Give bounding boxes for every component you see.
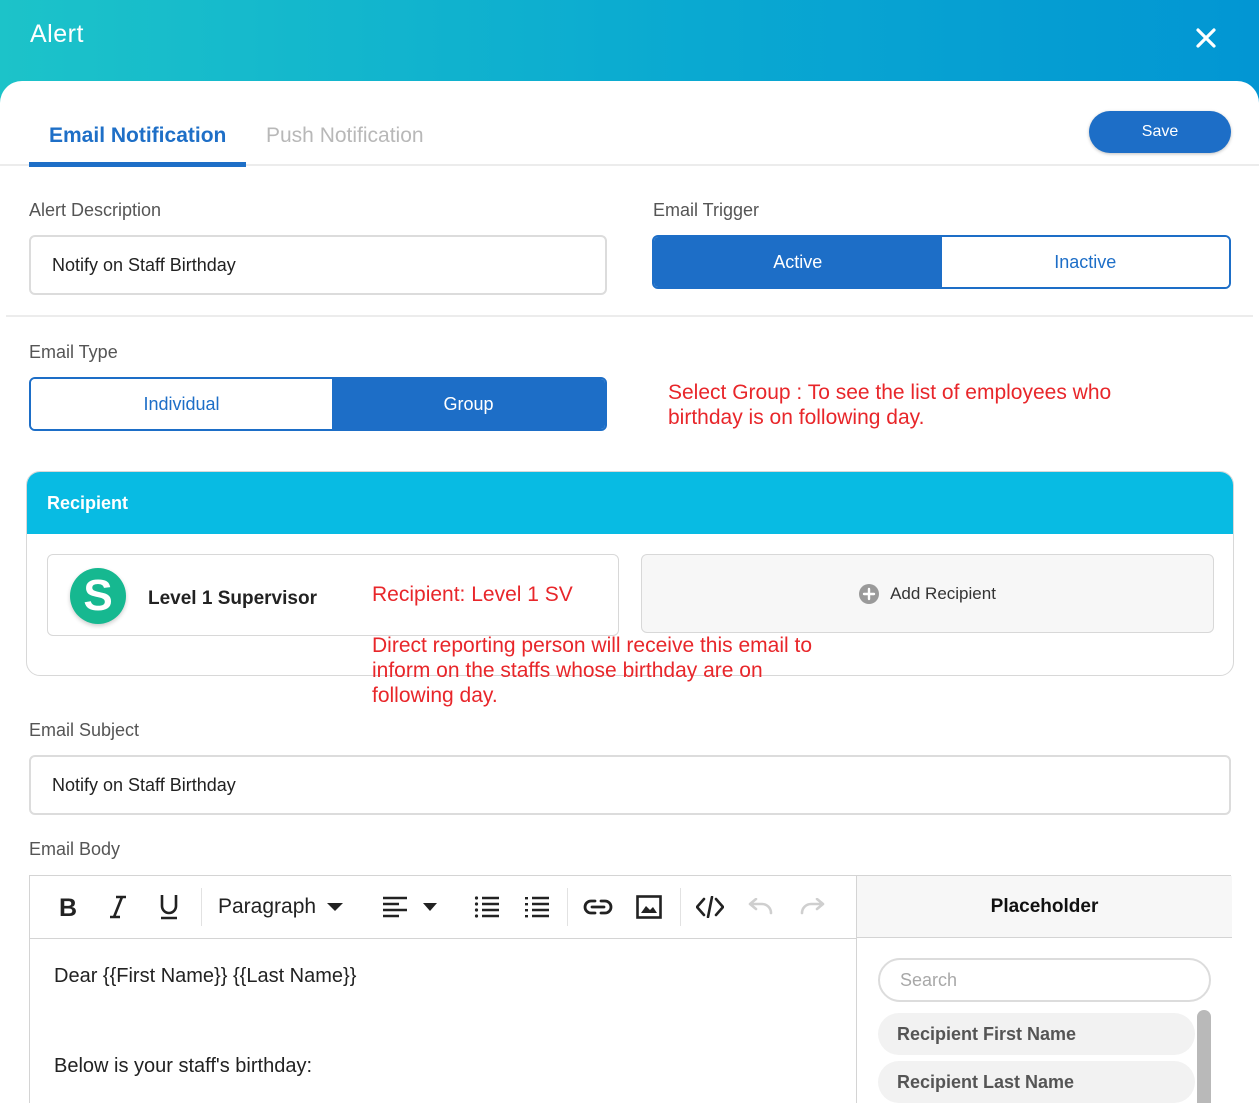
email-type-label: Email Type (29, 342, 118, 362)
chevron-down-icon (327, 903, 344, 911)
group-annotation-line: Select Group : To see the list of employ… (668, 381, 1112, 404)
bullet-list-icon (525, 896, 549, 918)
email-type-toggle: Individual Group (29, 377, 607, 431)
recipient-header: Recipient (27, 472, 1233, 534)
toolbar-separator (567, 888, 568, 926)
group-annotation-line: birthday is on following day. (668, 406, 925, 429)
toolbar-separator (201, 888, 202, 926)
alert-description-value: Notify on Staff Birthday (52, 254, 236, 275)
underline-icon (160, 895, 178, 920)
bold-icon: B (59, 894, 77, 920)
placeholder-search-input[interactable] (878, 958, 1211, 1002)
section-divider (6, 315, 1253, 317)
ordered-list-button[interactable] (470, 890, 504, 924)
code-view-button[interactable] (693, 890, 727, 924)
email-body-label: Email Body (29, 839, 121, 859)
email-subject-value: Notify on Staff Birthday (52, 774, 236, 795)
trigger-active-button[interactable]: Active (654, 237, 942, 287)
direct-report-annotation-line: following day. (372, 684, 498, 707)
image-icon (636, 895, 662, 919)
email-trigger-toggle: Active Inactive (652, 235, 1231, 289)
bullet-list-button[interactable] (520, 890, 554, 924)
link-icon (583, 899, 613, 915)
close-icon[interactable] (1190, 22, 1222, 54)
tab-push-notification[interactable]: Push Notification (266, 124, 424, 148)
undo-button[interactable] (744, 890, 778, 924)
recipient-name: Level 1 Supervisor (148, 588, 317, 609)
trigger-inactive-button[interactable]: Inactive (941, 237, 1229, 287)
email-subject-input[interactable]: Notify on Staff Birthday (29, 755, 1231, 815)
alert-description-label: Alert Description (29, 200, 162, 220)
toolbar-separator (680, 888, 681, 926)
alert-description-input[interactable]: Notify on Staff Birthday (29, 235, 607, 295)
paragraph-format-value: Paragraph (218, 895, 317, 918)
redo-icon (800, 898, 825, 915)
placeholder-title: Placeholder (857, 876, 1232, 938)
paragraph-format-select[interactable]: Paragraph (218, 890, 348, 924)
placeholder-item[interactable]: Recipient Last Name (878, 1061, 1195, 1103)
code-icon (696, 896, 724, 918)
direct-report-annotation-line: Direct reporting person will receive thi… (372, 634, 813, 657)
bold-button[interactable]: B (50, 890, 84, 924)
body-line: Dear {{First Name}} {{Last Name}} (54, 965, 357, 987)
add-recipient-label: Add Recipient (890, 583, 996, 603)
undo-icon (748, 898, 773, 915)
insert-link-button[interactable] (581, 890, 615, 924)
underline-button[interactable] (152, 890, 186, 924)
ordered-list-icon (474, 896, 499, 918)
body-line: Below is your staff's birthday: (54, 1055, 313, 1077)
chevron-down-icon (423, 903, 437, 911)
type-individual-button[interactable]: Individual (31, 379, 332, 429)
add-recipient-button[interactable]: Add Recipient (641, 554, 1214, 633)
recipient-annotation: Recipient: Level 1 SV (372, 583, 573, 606)
italic-icon (110, 895, 126, 919)
tab-email-notification[interactable]: Email Notification (49, 124, 226, 148)
direct-report-annotation: Direct reporting person will receive thi… (372, 633, 812, 708)
plus-circle-icon (859, 583, 880, 604)
align-button[interactable] (382, 890, 444, 924)
placeholder-item[interactable]: Recipient First Name (878, 1013, 1195, 1055)
insert-image-button[interactable] (632, 890, 666, 924)
active-tab-indicator (29, 162, 246, 167)
redo-button[interactable] (795, 890, 829, 924)
placeholder-panel: Placeholder Recipient First Name Recipie… (856, 876, 1232, 1103)
editor-toolbar: B Paragraph (30, 876, 856, 939)
email-subject-label: Email Subject (29, 720, 140, 740)
italic-button[interactable] (101, 890, 135, 924)
align-left-icon (383, 896, 407, 918)
save-button[interactable]: Save (1089, 111, 1231, 153)
modal-title: Alert (30, 20, 84, 48)
type-group-button[interactable]: Group (332, 379, 605, 429)
avatar: S (70, 568, 126, 624)
group-annotation: Select Group : To see the list of employ… (668, 380, 1111, 430)
placeholder-scrollbar[interactable] (1197, 1010, 1211, 1103)
email-body-editor: B Paragraph Dear {{First Name}} {{Last N… (29, 875, 1232, 1103)
svg-text:B: B (59, 894, 77, 920)
direct-report-annotation-line: inform on the staffs whose birthday are … (372, 659, 763, 682)
email-trigger-label: Email Trigger (653, 200, 760, 220)
